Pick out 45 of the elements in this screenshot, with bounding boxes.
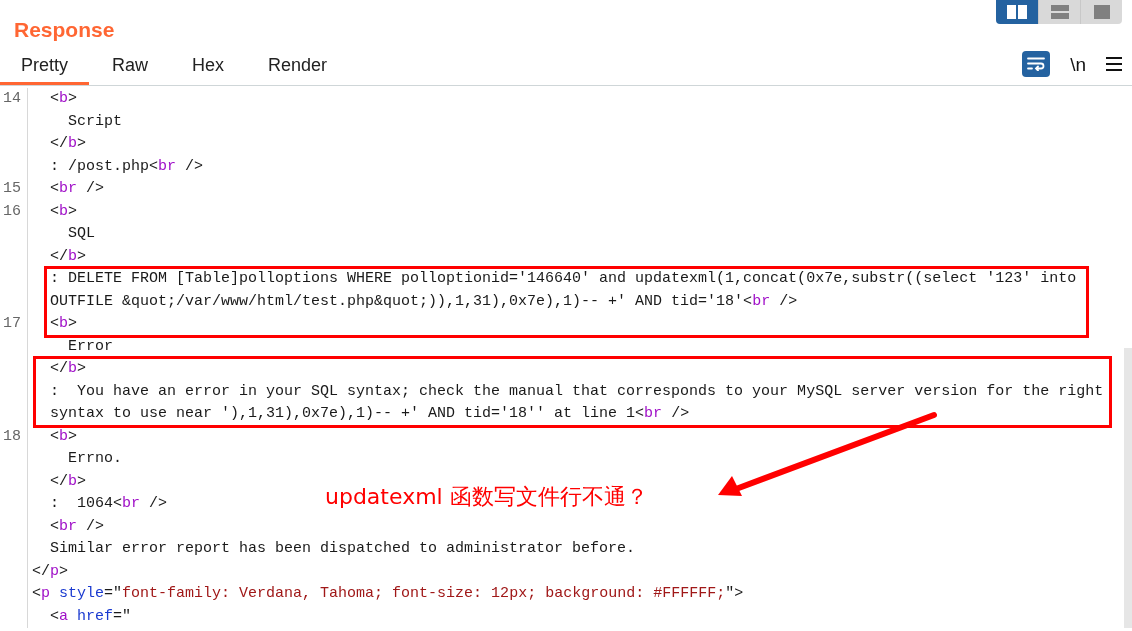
line-number: 15 <box>3 179 21 199</box>
split-rows-icon <box>1050 5 1069 19</box>
wrap-icon <box>1027 57 1046 71</box>
code-line: <b> <box>49 314 78 334</box>
single-pane-icon <box>1093 5 1110 19</box>
code-line: <br /> <box>49 179 105 199</box>
line-number: 18 <box>3 426 21 447</box>
annotation-note: updatexml 函数写文件行不通？ <box>325 483 648 511</box>
code-line: <b> <box>49 89 78 109</box>
line-number: 14 <box>3 89 21 109</box>
layout-toggle-button[interactable] <box>996 0 1038 24</box>
code-line: Errno. <box>67 449 122 469</box>
code-line: <a href=" <box>49 606 132 627</box>
code-line: </b> <box>49 246 87 267</box>
layout-toggle-button[interactable] <box>1080 0 1122 24</box>
code-line: Error <box>67 336 113 357</box>
line-number: 17 <box>3 314 21 334</box>
code-line: Similar error report has been dispatched to administrator before. <box>49 539 636 559</box>
code-line: : 1064<br /> <box>49 494 168 514</box>
menu-icon[interactable] <box>1106 57 1122 71</box>
response-tab[interactable]: Pretty <box>0 49 89 85</box>
code-line: <br /> <box>49 516 105 537</box>
word-wrap-button[interactable] <box>1022 51 1051 77</box>
layout-toggle-button[interactable] <box>1038 0 1080 24</box>
code-line: SQL <box>67 224 95 244</box>
code-line: Script <box>67 111 122 132</box>
code-line: </b> <box>49 134 87 154</box>
response-title: Response <box>14 17 115 43</box>
response-tab[interactable]: Hex <box>171 49 246 85</box>
code-line: </b> <box>49 359 87 379</box>
code-line: : You have an error in your SQL syntax; check the manual that corresponds to your MySQL server version for the right <box>49 381 1104 402</box>
newline-toggle[interactable]: \n <box>1070 54 1086 74</box>
code-line: : DELETE FROM [Table]polloptions WHERE polloptionid='146640' and updatexml(1,concat(0x7e,substr((select '123' into <box>49 269 1077 289</box>
split-columns-icon <box>1007 5 1027 19</box>
line-number: 16 <box>3 201 21 222</box>
response-tab[interactable]: Render <box>247 49 349 85</box>
code-line: </b> <box>49 471 87 492</box>
response-tab[interactable]: Raw <box>91 49 170 85</box>
code-line: <p style="font-family: Verdana, Tahoma; font-size: 12px; background: #FFFFFF;"> <box>32 584 744 604</box>
code-line: <b> <box>49 201 78 222</box>
code-line: </p> <box>32 561 69 582</box>
code-line: OUTFILE &quot;/var/www/html/test.php&quot;)),1,31),0x7e),1)-- +' AND tid='18'<br /> <box>49 291 798 312</box>
code-line: <b> <box>49 426 78 447</box>
code-line: syntax to use near '),1,31),0x7e),1)-- +' AND tid='18'' at line 1<br /> <box>49 404 690 424</box>
code-line: : /post.php<br /> <box>49 156 204 177</box>
